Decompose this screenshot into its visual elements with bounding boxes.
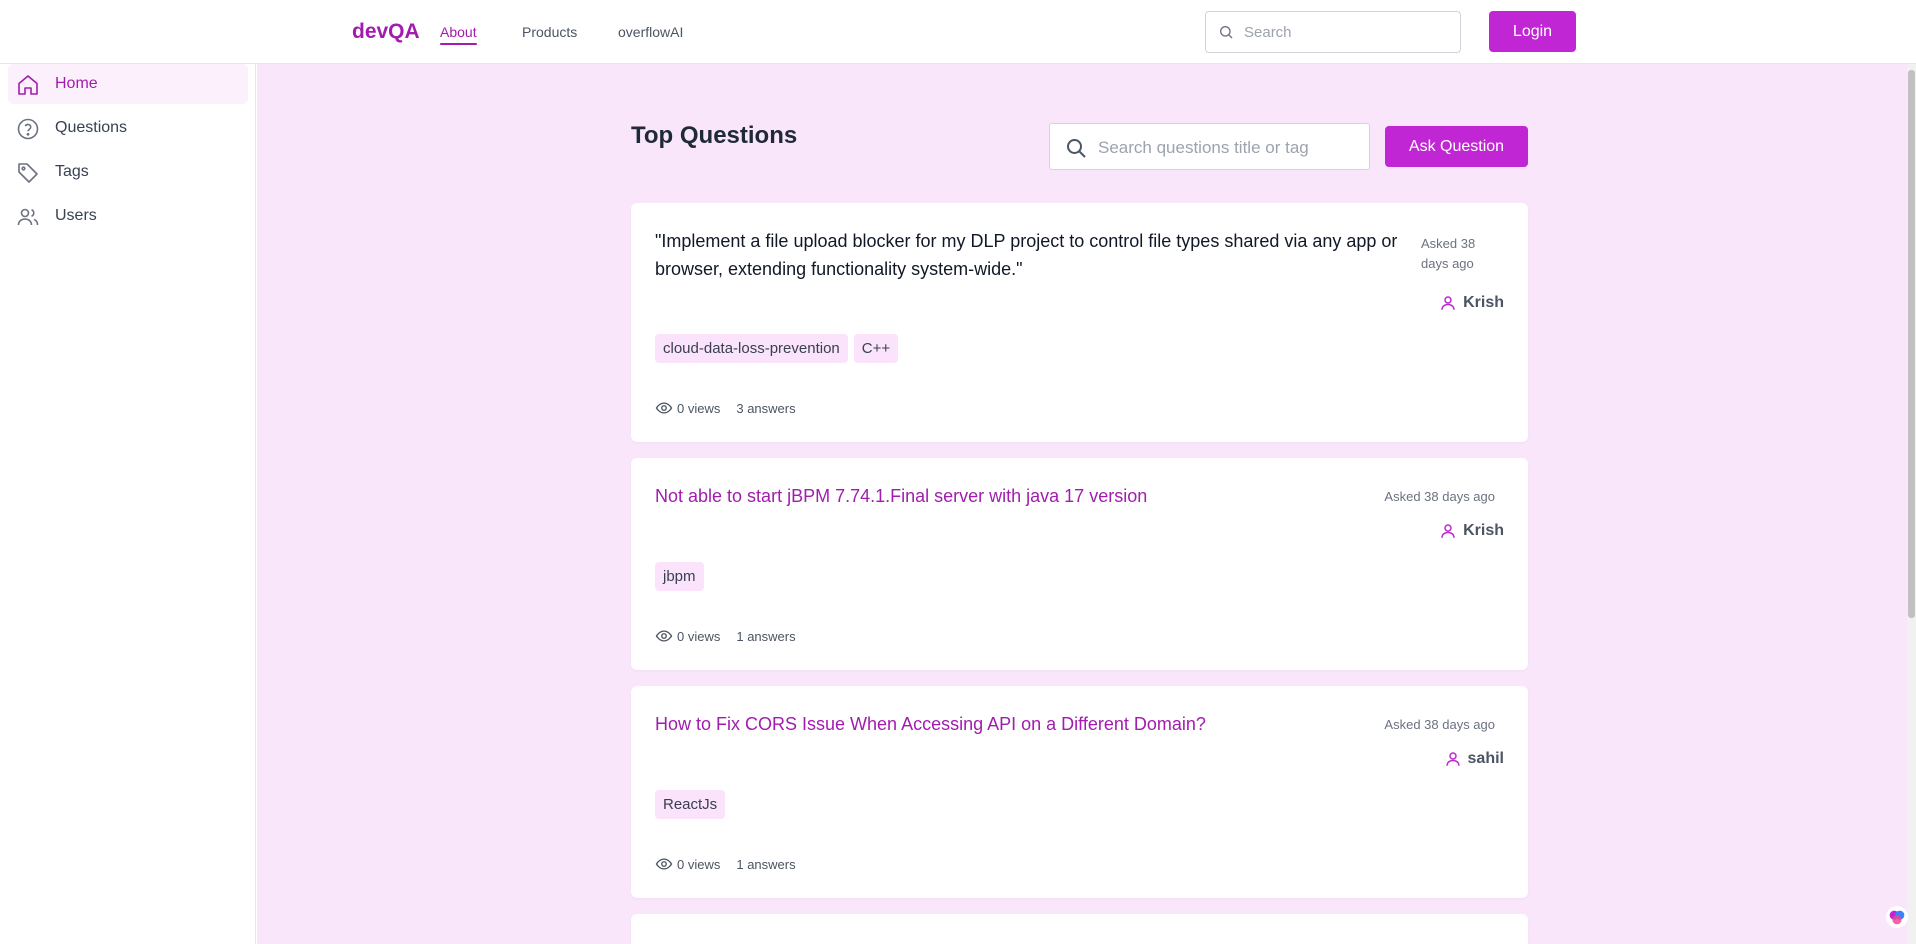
tag-icon <box>16 161 40 185</box>
answer-count: 3 answers <box>736 400 796 416</box>
question-author[interactable]: Krish <box>1439 294 1504 312</box>
author-name: sahil <box>1467 750 1504 767</box>
question-search-input[interactable] <box>1098 136 1358 160</box>
view-count: 0 views <box>677 628 721 644</box>
scrollbar-thumb[interactable] <box>1908 70 1915 618</box>
sidebar-item-label: Users <box>55 207 97 224</box>
answer-count: 1 answers <box>736 856 796 872</box>
question-card: Not able to start jBPM 7.74.1.Final serv… <box>631 458 1528 670</box>
question-asked-time: Asked 38 days ago <box>1384 717 1495 732</box>
question-search-box[interactable] <box>1049 123 1370 170</box>
question-stats: 0 views 1 answers <box>655 855 796 873</box>
view-count: 0 views <box>677 856 721 872</box>
tag-chip[interactable]: cloud-data-loss-prevention <box>655 334 848 363</box>
question-tags: ReactJs <box>655 790 731 819</box>
scrollbar[interactable] <box>1907 64 1916 944</box>
sidebar-item-label: Tags <box>55 163 89 180</box>
question-circle-icon <box>16 117 40 141</box>
eye-icon <box>655 402 673 414</box>
ask-question-button[interactable]: Ask Question <box>1385 126 1528 167</box>
sidebar-item-home[interactable]: Home <box>8 64 248 104</box>
question-asked-time: Asked 38 days ago <box>1384 489 1495 504</box>
nav-link-overflowai[interactable]: overflowAI <box>618 24 683 40</box>
question-stats: 0 views 1 answers <box>655 627 796 645</box>
eye-icon <box>655 858 673 870</box>
tag-chip[interactable]: ReactJs <box>655 790 726 819</box>
user-icon <box>1441 524 1455 538</box>
question-tags: cloud-data-loss-prevention C++ <box>655 334 904 363</box>
sidebar-item-label: Questions <box>55 119 128 136</box>
sidebar-item-questions[interactable]: Questions <box>8 108 248 148</box>
search-icon <box>1064 136 1088 165</box>
question-tags: jbpm <box>655 562 710 591</box>
answer-count: 1 answers <box>736 628 796 644</box>
question-card: How to Fix CORS Issue When Accessing API… <box>631 686 1528 898</box>
question-author[interactable]: Krish <box>1439 522 1504 540</box>
sidebar-item-tags[interactable]: Tags <box>8 152 248 192</box>
view-count: 0 views <box>677 400 721 416</box>
tag-chip[interactable]: jbpm <box>655 562 704 591</box>
user-icon <box>1441 296 1455 310</box>
header-search-input[interactable] <box>1244 20 1444 44</box>
search-icon <box>1218 24 1234 45</box>
sidebar-item-users[interactable]: Users <box>8 196 248 236</box>
home-icon <box>16 73 40 97</box>
question-card <box>631 914 1528 944</box>
question-title[interactable]: Not able to start jBPM 7.74.1.Final serv… <box>655 482 1147 510</box>
question-stats: 0 views 3 answers <box>655 399 796 417</box>
eye-icon <box>655 630 673 642</box>
question-title[interactable]: How to Fix CORS Issue When Accessing API… <box>655 710 1206 738</box>
question-card: "Implement a file upload blocker for my … <box>631 203 1528 442</box>
top-navbar: devQA About Products overflowAI Login <box>0 0 1916 64</box>
question-asked-time: Asked 38 days ago <box>1421 236 1476 271</box>
brand-logo[interactable]: devQA <box>352 20 420 44</box>
nav-link-products[interactable]: Products <box>522 24 577 40</box>
user-icon <box>1445 752 1460 766</box>
sidebar: Home Questions Tags Users <box>0 64 256 944</box>
login-button[interactable]: Login <box>1489 11 1576 52</box>
nav-link-about[interactable]: About <box>440 24 477 45</box>
question-author[interactable]: sahil <box>1444 750 1504 768</box>
author-name: Krish <box>1463 294 1504 311</box>
page-title: Top Questions <box>631 122 798 149</box>
tag-chip[interactable]: C++ <box>853 334 899 363</box>
question-title[interactable]: "Implement a file upload blocker for my … <box>655 227 1410 283</box>
users-icon <box>16 205 40 229</box>
brain-assistant-icon[interactable] <box>1886 906 1908 928</box>
header-search-box[interactable] <box>1205 11 1461 53</box>
author-name: Krish <box>1463 522 1504 539</box>
sidebar-item-label: Home <box>55 75 98 92</box>
